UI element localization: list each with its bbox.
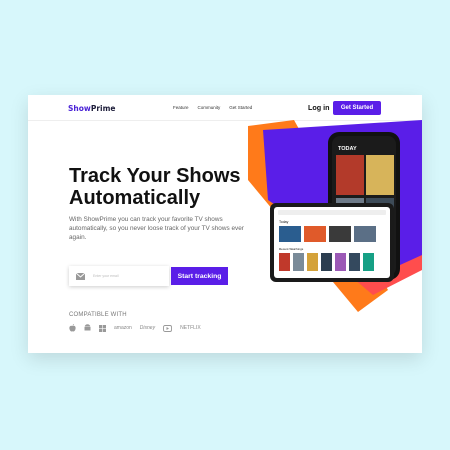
top-navigation: ShowPrime Feature Community Get Started … [28,95,422,121]
email-field[interactable]: Enter your email [69,266,169,286]
hero-title: Track Your Shows Automatically [69,165,269,209]
mail-icon [76,272,85,280]
android-icon [84,324,91,332]
logo-part-prime: Prime [90,104,116,113]
apple-icon [69,324,76,332]
tablet-section-recent: Recent Watchings [279,247,304,251]
hero-title-line1: Track Your Shows [69,165,241,187]
tablet-mockup: Today Recent Watchings [270,203,394,282]
phone-heading: TODAY [338,146,357,152]
tablet-section-today: Today [279,220,289,224]
nav-links: Feature Community Get Started [173,105,252,110]
get-started-button[interactable]: Get Started [333,101,381,115]
hero-title-line2: Automatically [69,187,201,209]
amazon-icon: amazon [114,325,132,331]
start-tracking-button[interactable]: Start tracking [171,267,228,285]
disney-icon: Disney [139,325,156,331]
logo[interactable]: ShowPrime [68,104,116,113]
signup-form: Enter your email Start tracking [69,266,228,286]
email-placeholder: Enter your email [93,274,119,278]
youtube-icon [163,324,173,332]
netflix-icon: NETFLIX [180,325,201,331]
logo-part-show: Show [68,104,91,113]
login-link[interactable]: Log in [308,103,330,112]
nav-link-feature[interactable]: Feature [173,105,189,110]
nav-link-get-started[interactable]: Get Started [229,105,252,110]
nav-link-community[interactable]: Community [198,105,221,110]
compatible-label: COMPATIBLE WITH [69,312,127,318]
windows-icon [99,324,106,332]
compatible-brands: amazon Disney NETFLIX [69,324,201,332]
hero-subtitle: With ShowPrime you can track your favori… [69,216,244,241]
landing-page-card: ShowPrime Feature Community Get Started … [28,95,422,353]
